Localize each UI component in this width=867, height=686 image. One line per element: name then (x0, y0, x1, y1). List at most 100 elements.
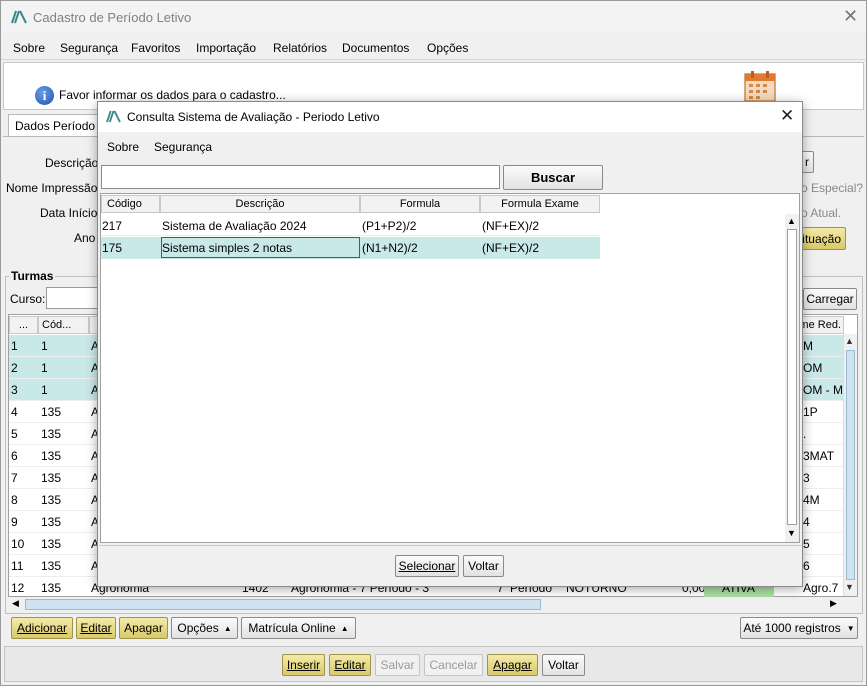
turmas-row-cod: 135 (41, 559, 62, 573)
turmas-row-cod: 1 (41, 383, 48, 397)
turmas-row-cod: 1 (41, 361, 48, 375)
turmas-row-cod: 135 (41, 493, 62, 507)
turmas-col-nome-red[interactable]: me Red. (798, 316, 844, 334)
adicionar-button[interactable]: Adicionar (11, 617, 73, 639)
caret-up-icon: ▲ (340, 623, 349, 633)
dialog-voltar-button[interactable]: Voltar (463, 555, 504, 577)
dialog-row-1-exame: (NF+EX)/2 (482, 219, 540, 233)
info-icon: i (35, 86, 54, 105)
atual-label: o Atual. (801, 206, 842, 220)
turmas-row-index: 10 (11, 537, 25, 551)
label-descricao: Descrição (45, 156, 99, 170)
turmas-vscroll-up-icon[interactable]: ▲ (845, 336, 854, 346)
turmas-row-cod: 1 (41, 339, 48, 353)
turmas-hscroll-thumb[interactable] (25, 599, 541, 610)
turmas-row-12-cod: 135 (41, 581, 62, 595)
turmas-row-index: 7 (11, 471, 18, 485)
turmas-vscroll-thumb[interactable] (846, 350, 855, 580)
situacao-button[interactable]: ituação (798, 227, 846, 250)
menu-favoritos[interactable]: Favoritos (131, 41, 180, 55)
dialog-voltar-label: Voltar (468, 559, 499, 573)
salvar-label: Salvar (380, 658, 415, 672)
turmas-row-nome-red: 6 (803, 559, 810, 573)
tab-label: Dados Período l (15, 119, 102, 133)
dialog-search-input[interactable] (101, 165, 500, 189)
dialog-vscroll-down-icon[interactable]: ▼ (787, 528, 796, 538)
inserir-label: Inserir (286, 658, 321, 672)
turmas-col-cod[interactable]: Cód... (38, 316, 89, 334)
apagar-turma-button[interactable]: Apagar (119, 617, 168, 639)
turmas-hscroll-right-icon[interactable]: ▶ (830, 598, 837, 609)
matricula-online-dropdown[interactable]: Matrícula Online ▲ (241, 617, 356, 639)
turmas-row-index: 8 (11, 493, 18, 507)
tab-dados-periodo[interactable]: Dados Período l (8, 114, 108, 137)
turmas-col-nome-red-label: me Red. (799, 319, 841, 331)
dialog-menu-sobre[interactable]: Sobre (107, 140, 139, 154)
turmas-col-index[interactable]: ... (9, 316, 38, 334)
editar-button[interactable]: Editar (329, 654, 371, 676)
turmas-row-index: 5 (11, 427, 18, 441)
turmas-row-nome-red: 1P (803, 405, 818, 419)
dialog-vscroll-up-icon[interactable]: ▲ (787, 216, 796, 226)
dialog-col-formula-exame[interactable]: Formula Exame (480, 195, 600, 213)
dialog-logo-icon (106, 110, 121, 123)
opcoes-label: Opções (177, 621, 219, 635)
apagar-button[interactable]: Apagar (487, 654, 538, 676)
carregar-label: Carregar (806, 292, 854, 306)
dialog-col-descricao[interactable]: Descrição (160, 195, 360, 213)
dialog-col-formula[interactable]: Formula (360, 195, 480, 213)
chevron-down-icon: ▼ (846, 623, 855, 633)
curso-label: Curso: (10, 292, 46, 306)
turmas-row-nome-red: M (803, 339, 813, 353)
close-icon[interactable]: ✕ (843, 6, 858, 27)
dialog-row-1-formula: (P1+P2)/2 (362, 219, 417, 233)
dialog-menu-seguranca[interactable]: Segurança (154, 140, 212, 154)
menu-documentos[interactable]: Documentos (342, 41, 409, 55)
opcoes-dropdown[interactable]: Opções ▲ (171, 617, 238, 639)
especial-label: o Especial? (801, 181, 864, 195)
turmas-row-12-n: 12 (11, 581, 25, 595)
turmas-row-index: 6 (11, 449, 18, 463)
selecionar-button[interactable]: Selecionar (395, 555, 459, 577)
cancelar-button[interactable]: Cancelar (424, 654, 483, 676)
apagar-label: Apagar (493, 658, 532, 672)
editar-label: Editar (334, 658, 366, 672)
voltar-main-button[interactable]: Voltar (542, 654, 585, 676)
editar-turma-button[interactable]: Editar (76, 617, 116, 639)
inserir-button[interactable]: Inserir (282, 654, 325, 676)
menu-seguranca[interactable]: Segurança (60, 41, 118, 55)
carregar-button[interactable]: Carregar (803, 288, 857, 310)
dialog-close-icon[interactable]: ✕ (780, 106, 794, 126)
turmas-row-nome-red: OM (803, 361, 823, 375)
turmas-vscroll-down-icon[interactable]: ▼ (845, 582, 854, 592)
apagar-turma-label: Apagar (124, 621, 163, 635)
voltar-main-label: Voltar (548, 658, 579, 672)
dialog-vscroll-thumb[interactable] (787, 229, 797, 525)
dialog-col-formula-label: Formula (399, 198, 441, 210)
buscar-button[interactable]: Buscar (503, 165, 603, 190)
turmas-row-index: 4 (11, 405, 18, 419)
dialog-row-2-descricao: Sistema simples 2 notas (162, 241, 293, 255)
turmas-row-nome-red: OM - M (803, 383, 843, 397)
dialog-row-1-descricao: Sistema de Avaliação 2024 (162, 219, 307, 233)
menu-sobre[interactable]: Sobre (13, 41, 45, 55)
dialog-col-codigo[interactable]: Código (101, 195, 160, 213)
menu-relatorios[interactable]: Relatórios (273, 41, 327, 55)
editar-turma-label: Editar (80, 621, 112, 635)
salvar-button[interactable]: Salvar (375, 654, 420, 676)
records-select-value: Até 1000 registros (743, 621, 841, 635)
cancelar-label: Cancelar (429, 658, 478, 672)
records-select[interactable]: Até 1000 registros ▼ (740, 617, 858, 639)
window-title: Cadastro de Período Letivo (33, 10, 192, 25)
label-data-inicio: Data Início (40, 206, 98, 220)
turmas-row-cod: 135 (41, 427, 62, 441)
turmas-row-nome-red: 3 (803, 471, 810, 485)
dialog-row-1-codigo: 217 (102, 219, 123, 233)
turmas-row-index: 9 (11, 515, 18, 529)
app-logo-icon (11, 10, 27, 24)
turmas-row-12-right: Agro.7 (803, 581, 839, 595)
turmas-hscroll-left-icon[interactable]: ◀ (12, 598, 19, 609)
buscar-label: Buscar (530, 170, 576, 185)
menu-opcoes[interactable]: Opções (427, 41, 468, 55)
menu-importacao[interactable]: Importação (196, 41, 256, 55)
